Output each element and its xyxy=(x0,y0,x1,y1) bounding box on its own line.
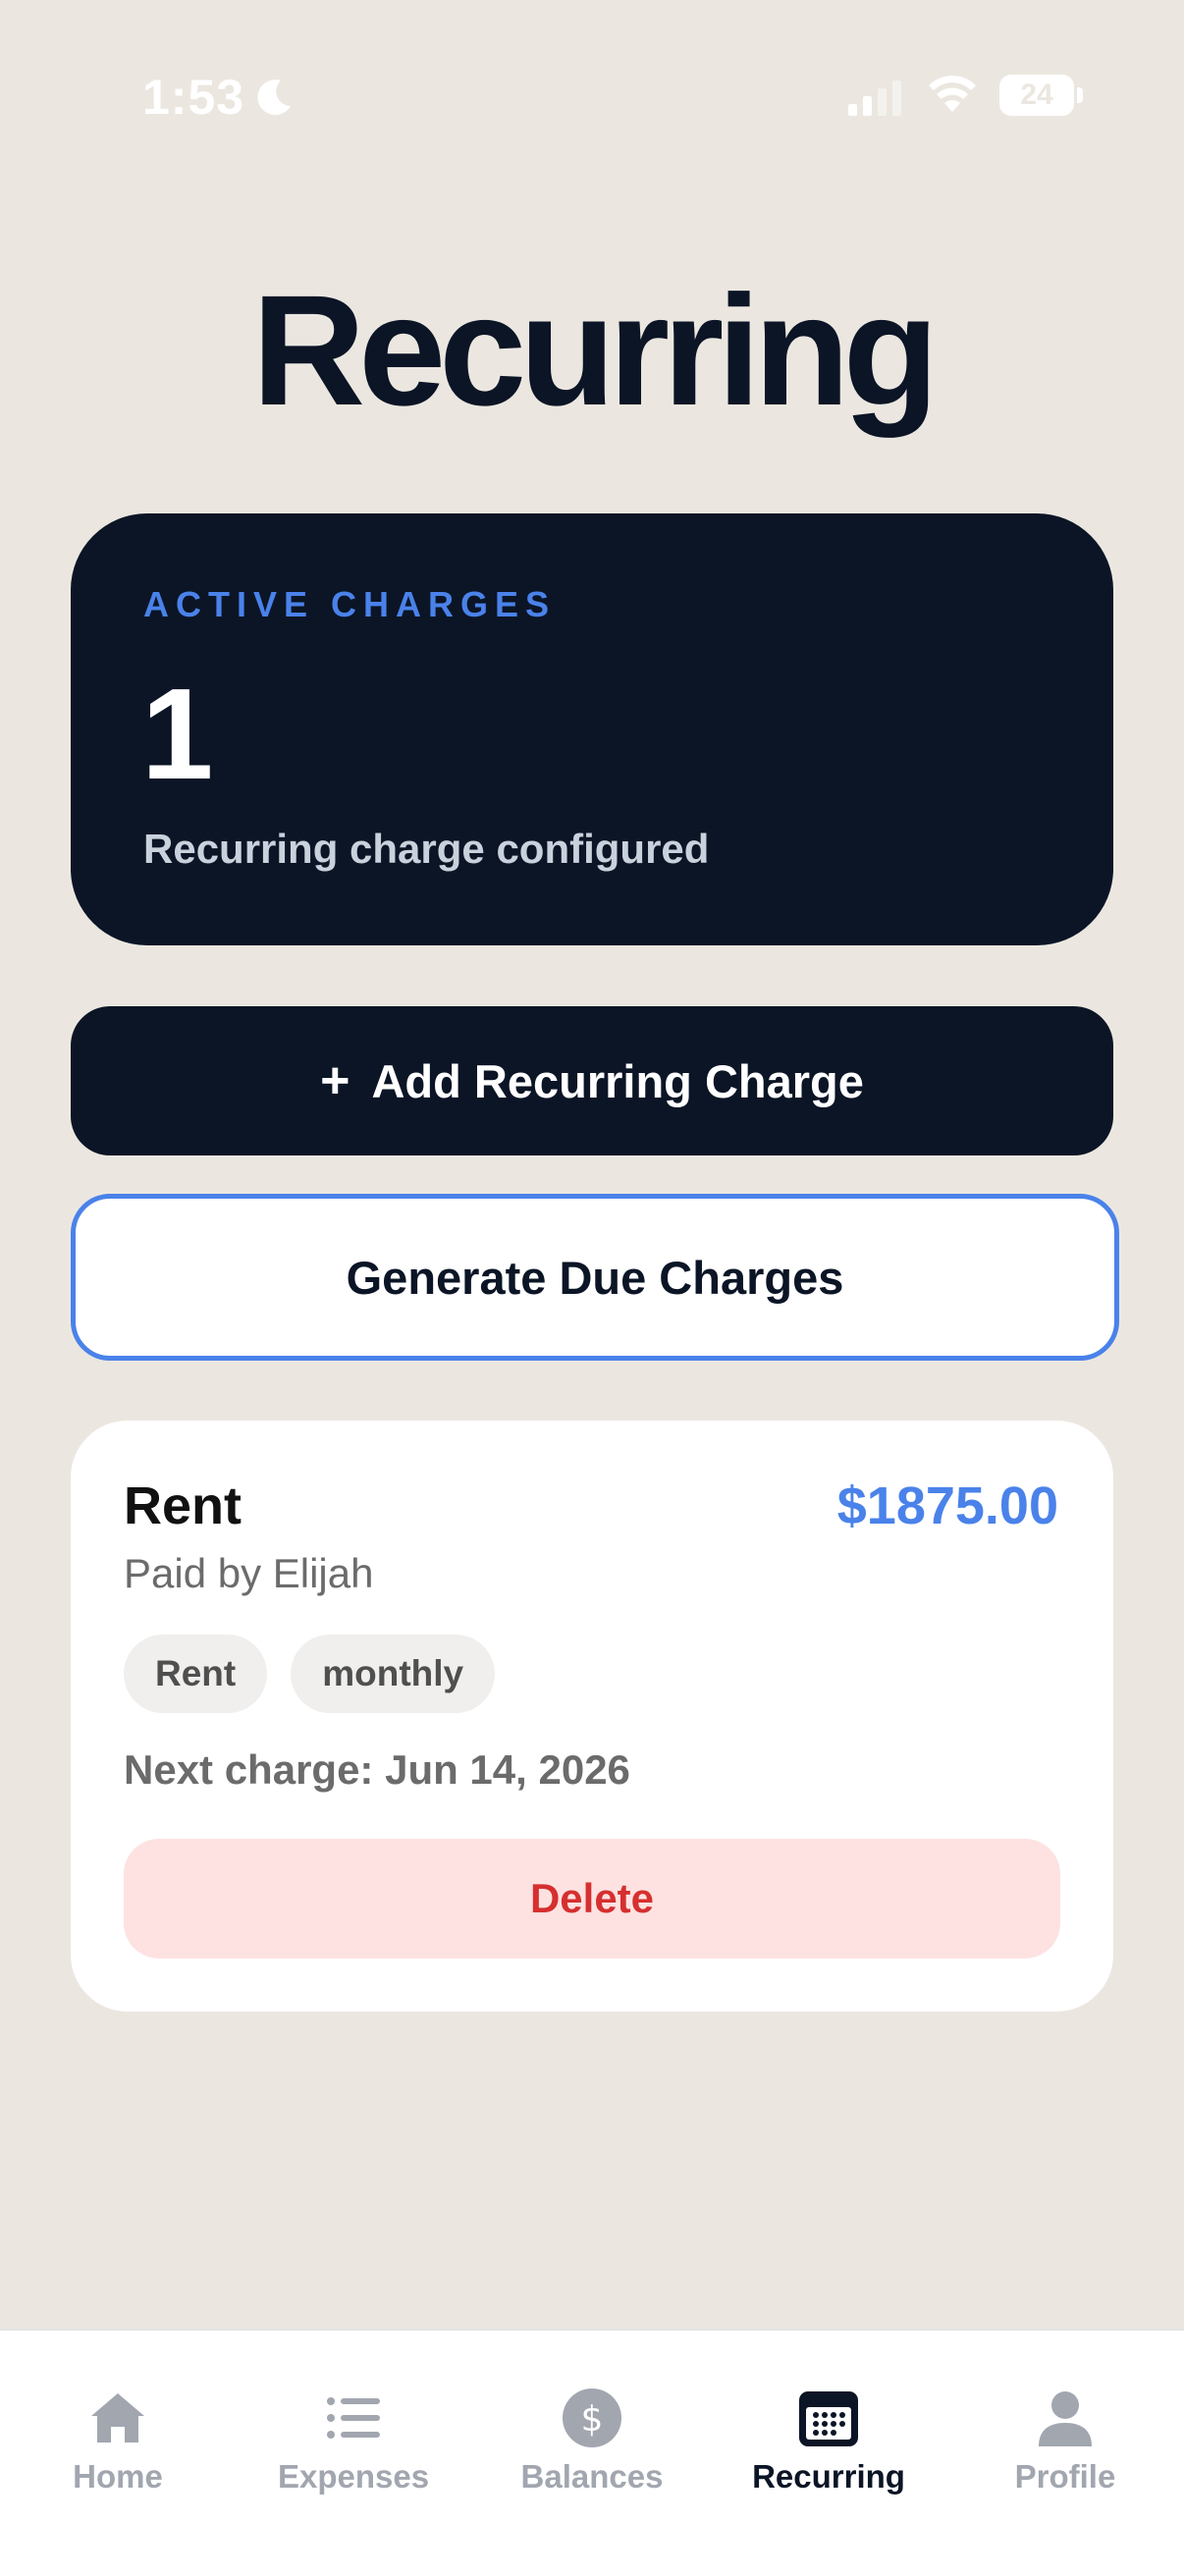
delete-button[interactable]: Delete xyxy=(124,1839,1060,1959)
person-icon xyxy=(1039,2391,1092,2446)
tab-home-label: Home xyxy=(73,2458,163,2495)
wifi-icon xyxy=(929,76,976,112)
moon-icon xyxy=(257,80,291,116)
tab-profile-label: Profile xyxy=(1014,2458,1116,2495)
summary-card: ACTIVE CHARGES 1 Recurring charge config… xyxy=(71,513,1113,945)
charge-tags: Rent monthly xyxy=(124,1635,496,1713)
charge-amount: $1875.00 xyxy=(836,1476,1058,1535)
summary-kicker: ACTIVE CHARGES xyxy=(143,584,557,624)
tab-recurring[interactable]: Recurring xyxy=(730,2386,927,2496)
tab-profile[interactable]: Profile xyxy=(967,2386,1163,2496)
list-icon xyxy=(327,2397,380,2439)
signal-icon xyxy=(848,80,901,116)
charge-paid-by: Paid by Elijah xyxy=(124,1550,374,1596)
status-time: 1:53 xyxy=(142,70,245,125)
tab-expenses-label: Expenses xyxy=(277,2458,430,2495)
tab-expenses[interactable]: Expenses xyxy=(255,2386,452,2496)
tab-balances[interactable]: $ Balances xyxy=(494,2386,690,2496)
tab-home[interactable]: Home xyxy=(20,2386,216,2496)
active-charge-count: 1 xyxy=(141,662,214,806)
page-title: Recurring xyxy=(251,262,940,438)
add-recurring-charge-button[interactable]: + Add Recurring Charge xyxy=(71,1006,1113,1155)
add-recurring-charge-label: Add Recurring Charge xyxy=(371,1054,864,1107)
status-bar: 1:53 24 xyxy=(0,0,1184,196)
battery-indicator: 24 xyxy=(999,75,1074,116)
home-icon xyxy=(91,2393,144,2442)
next-charge-date: Next charge: Jun 14, 2026 xyxy=(124,1746,630,1793)
tab-balances-label: Balances xyxy=(520,2458,664,2495)
frequency-tag: monthly xyxy=(291,1635,496,1713)
delete-label: Delete xyxy=(529,1875,655,1921)
generate-due-charges-button[interactable]: Generate Due Charges xyxy=(71,1194,1119,1361)
battery-level: 24 xyxy=(1020,79,1053,111)
svg-text:$: $ xyxy=(581,2399,604,2440)
generate-due-charges-label: Generate Due Charges xyxy=(346,1251,844,1304)
tab-recurring-label: Recurring xyxy=(752,2458,905,2495)
battery-cap xyxy=(1077,87,1083,103)
plus-icon: + xyxy=(320,1052,350,1109)
recurring-charge-card: Rent $1875.00 Paid by Elijah Rent monthl… xyxy=(71,1421,1113,2012)
charge-name: Rent xyxy=(124,1476,242,1535)
dollar-icon: $ xyxy=(563,2388,621,2447)
summary-description: Recurring charge configured xyxy=(143,826,710,872)
calendar-icon xyxy=(799,2391,858,2446)
category-tag: Rent xyxy=(124,1635,268,1713)
tab-bar: Home Expenses $ Balances Recurring Profi… xyxy=(0,2329,1184,2576)
